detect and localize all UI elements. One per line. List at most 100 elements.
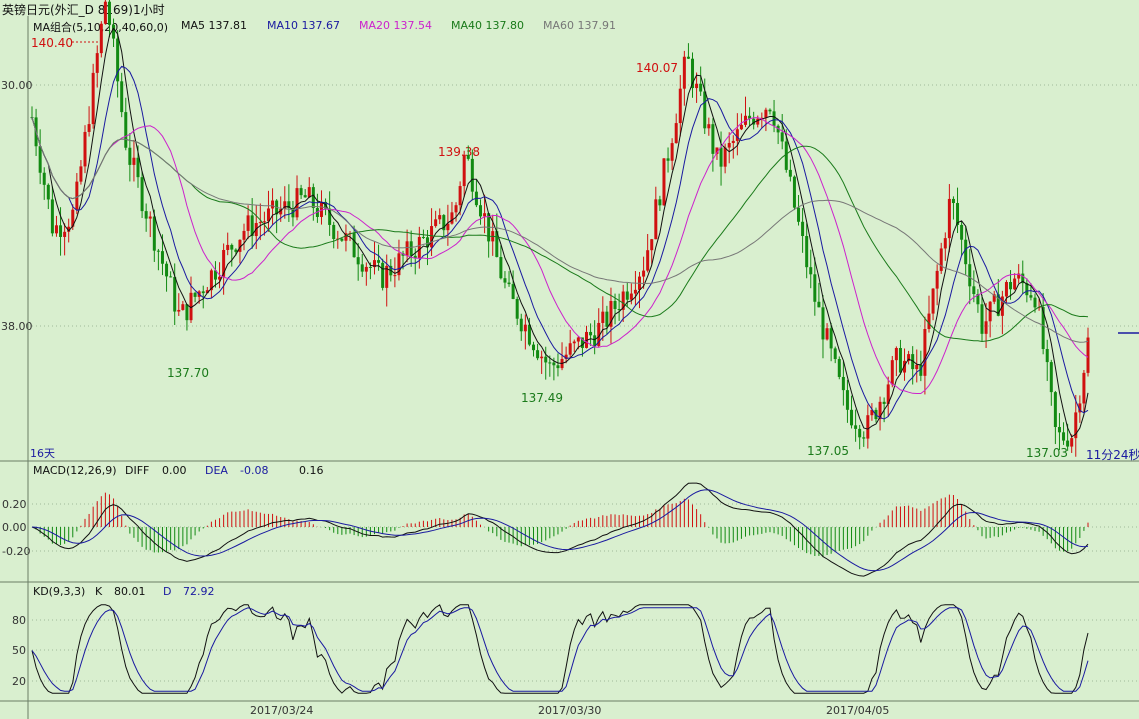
candle-body [670, 143, 674, 161]
candle-body [226, 244, 230, 250]
candle-body [124, 112, 128, 148]
candle-body [531, 344, 535, 351]
candle-body [960, 224, 964, 240]
candle-body [434, 219, 438, 227]
ma5-line [31, 27, 1089, 438]
candle-body [788, 169, 792, 177]
candle-body [458, 186, 462, 206]
candle-body [91, 72, 95, 125]
candle-body [356, 257, 360, 265]
candle-body [536, 350, 540, 359]
candle-body [576, 337, 580, 342]
kd-k-line [31, 604, 1089, 694]
candle-body [854, 425, 858, 429]
candle-body [817, 301, 821, 308]
candle-body [262, 221, 266, 223]
candle-body [173, 277, 177, 312]
candle-body [311, 187, 315, 209]
candle-body [1053, 392, 1057, 428]
candle-body [148, 216, 152, 219]
candle-body [703, 91, 707, 129]
candle-body [234, 249, 238, 252]
candle-body [772, 111, 776, 126]
candle-body [177, 309, 181, 312]
candle-body [633, 289, 637, 294]
candle-body [193, 292, 197, 297]
candle-body [483, 213, 487, 217]
candle-body [956, 203, 960, 225]
candle-body [503, 278, 507, 283]
candle-body [478, 205, 482, 217]
candle-body [1066, 440, 1070, 447]
candle-body [646, 250, 650, 271]
candle-body [805, 236, 809, 268]
candle-body [393, 275, 397, 277]
candle-body [409, 241, 413, 256]
candle-body [519, 318, 523, 332]
candle-body [511, 284, 515, 299]
candle-body [939, 248, 943, 271]
candle-body [136, 157, 140, 178]
candle-body [59, 225, 63, 237]
candle-body [923, 329, 927, 376]
candle-body [160, 251, 164, 264]
candle-body [230, 244, 234, 250]
candle-body [980, 304, 984, 334]
candle-body [731, 140, 735, 144]
candle-body [666, 158, 670, 161]
candle-body [686, 56, 690, 59]
candle-body [450, 212, 454, 224]
candle-body [50, 199, 54, 234]
candle-body [295, 188, 299, 218]
candle-body [845, 390, 849, 410]
candle-body [682, 56, 686, 89]
candle-body [120, 81, 124, 113]
candle-body [625, 291, 629, 300]
candle-body [915, 364, 919, 370]
candle-body [894, 348, 898, 361]
candle-body [951, 198, 955, 204]
candle-body [466, 154, 470, 159]
candle-body [735, 129, 739, 141]
candle-body [723, 147, 727, 167]
candle-body [1062, 432, 1066, 441]
candle-body [964, 239, 968, 265]
candle-body [605, 311, 609, 327]
candle-body [266, 208, 270, 222]
candle-body [662, 158, 666, 206]
candle-body [352, 233, 356, 258]
candle-body [364, 266, 368, 272]
candle-body [711, 124, 715, 154]
candle-body [801, 221, 805, 237]
candle-body [165, 263, 169, 277]
candle-body [947, 198, 951, 239]
candle-body [556, 365, 560, 369]
candle-body [54, 225, 58, 234]
candle-body [833, 348, 837, 360]
candle-body [368, 266, 372, 268]
candle-body [601, 311, 605, 323]
candle-body [258, 222, 262, 224]
candle-body [650, 239, 654, 251]
candle-body [968, 264, 972, 287]
candle-body [882, 401, 886, 404]
candle-body [307, 187, 311, 198]
candle-body [299, 188, 303, 196]
candle-body [1082, 372, 1086, 404]
candle-body [613, 300, 617, 310]
candle-body [112, 24, 116, 39]
candle-body [454, 205, 458, 213]
candle-body [866, 415, 870, 439]
candle-body [890, 360, 894, 385]
candle-body [462, 154, 466, 187]
candle-body [46, 184, 50, 200]
candle-body [792, 176, 796, 208]
candle-body [699, 83, 703, 92]
macd-dea-line [31, 489, 1089, 572]
candle-body [931, 288, 935, 314]
candle-body [678, 88, 682, 124]
price-chart[interactable] [0, 0, 1139, 719]
candle-body [719, 147, 723, 167]
candle-body [83, 131, 87, 167]
candle-body [837, 359, 841, 377]
